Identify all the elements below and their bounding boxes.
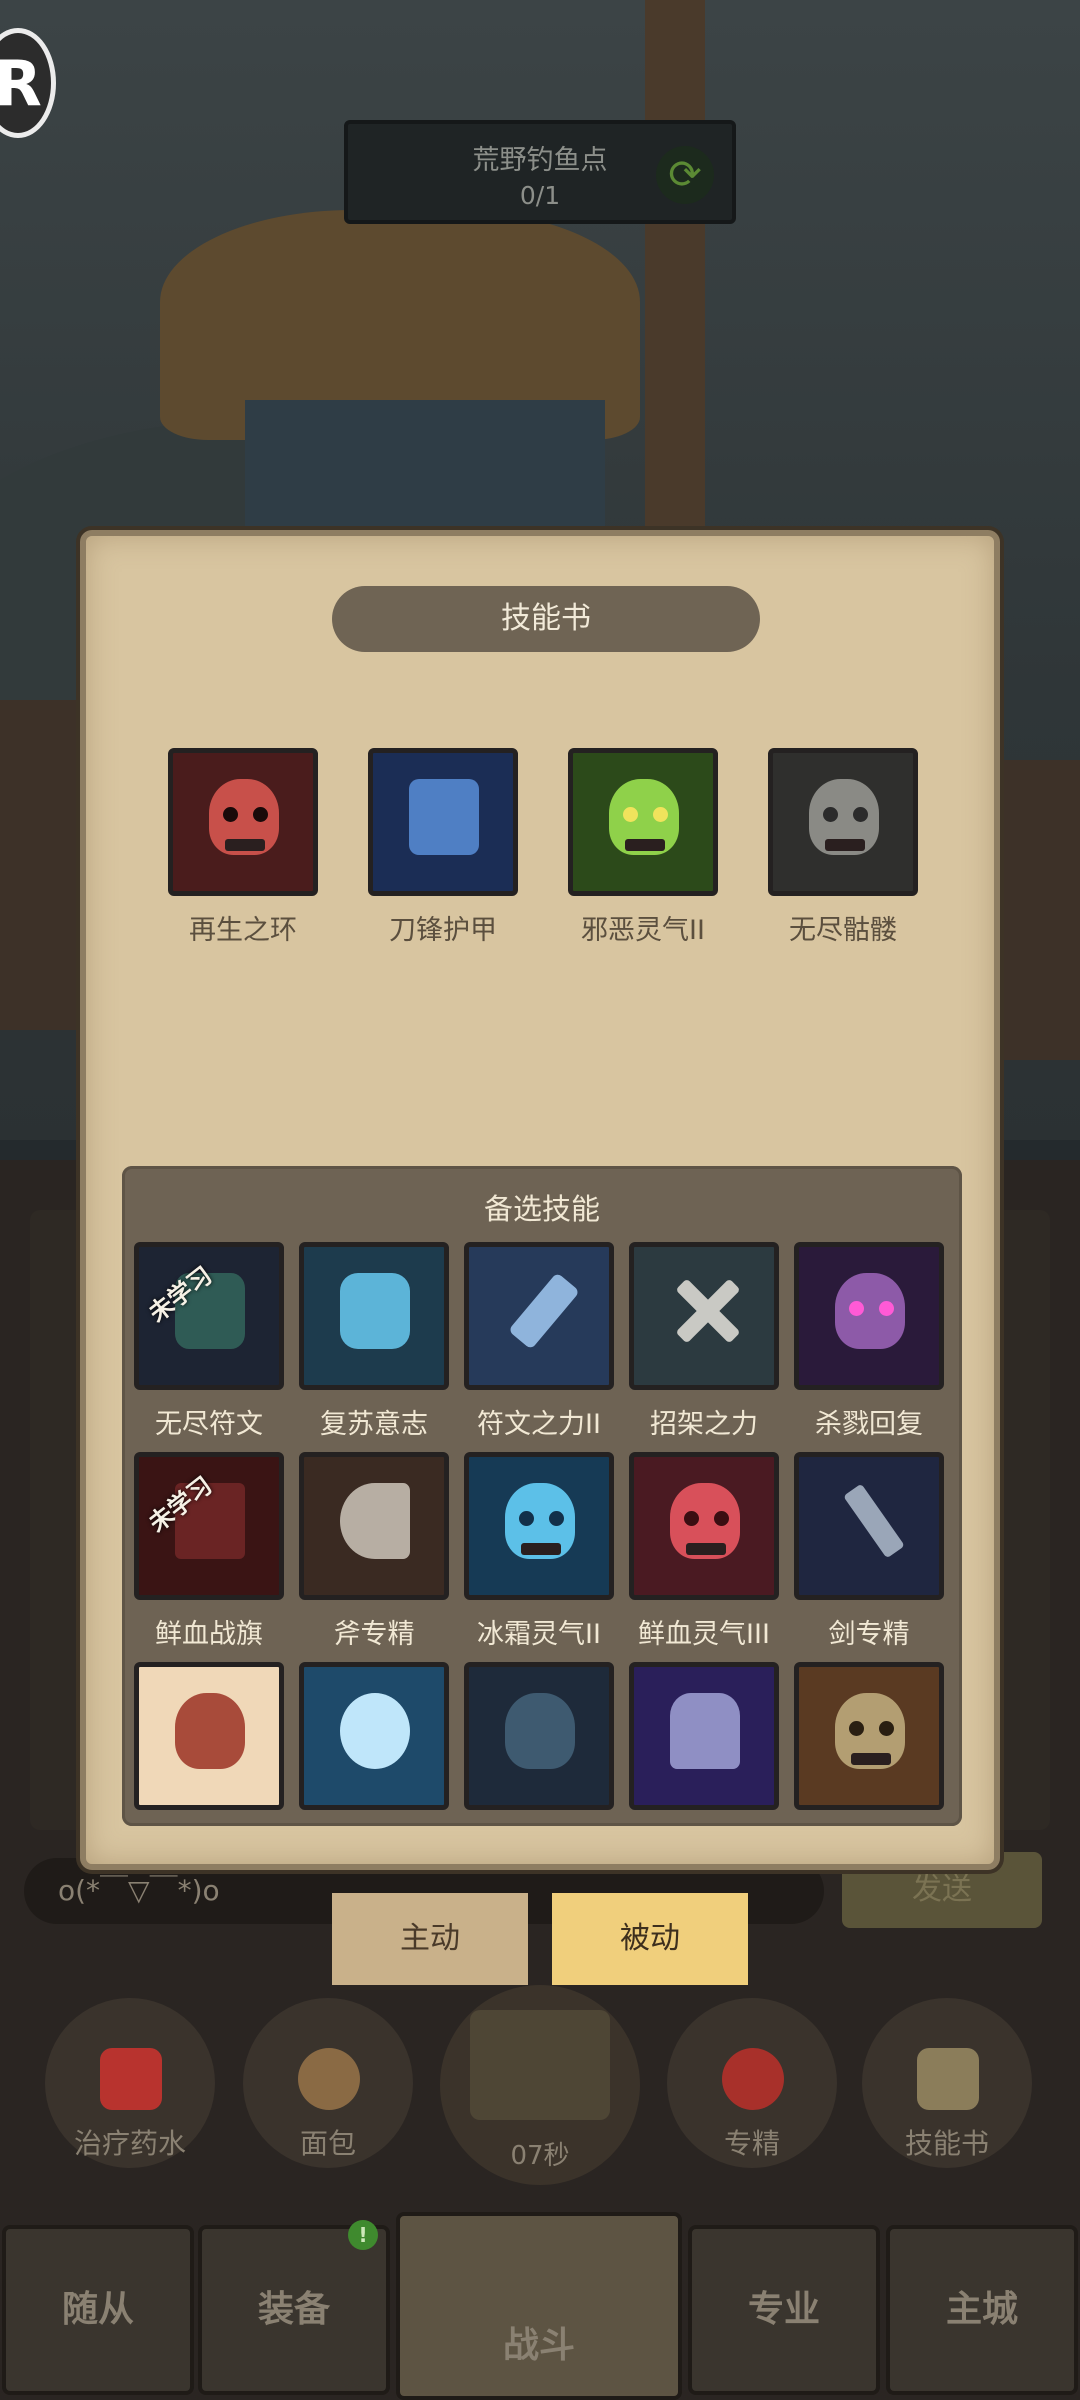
alternate-skill-slot[interactable] <box>299 1242 449 1390</box>
skull-eye <box>684 1511 699 1526</box>
alternate-skill-slot[interactable] <box>794 1242 944 1390</box>
alternate-skill-slot[interactable] <box>794 1452 944 1600</box>
quick-item-label: 面包 <box>299 2127 356 2160</box>
treasure-chest[interactable]: 07秒 <box>440 1985 640 2185</box>
nav-battle-label: 战斗 <box>502 2325 575 2366</box>
skill-book-icon <box>917 2048 979 2110</box>
alternate-skill-slot[interactable]: 未学习 <box>134 1242 284 1390</box>
alternate-skill-slot[interactable] <box>794 1662 944 1810</box>
fence-right <box>1000 760 1080 1060</box>
refresh-icon[interactable]: ⟳ <box>656 146 714 204</box>
tab-passive-skills[interactable]: 被动 <box>552 1893 748 1985</box>
skull-eye <box>653 807 668 822</box>
alternate-skill-label: 招架之力 <box>650 1409 758 1440</box>
skull-jaw <box>851 1753 891 1765</box>
nav-companion[interactable]: 随从 <box>2 2225 194 2395</box>
mask-shape <box>175 1693 245 1769</box>
axe-shape <box>340 1483 410 1559</box>
hut <box>245 400 605 530</box>
skull-eye <box>519 1511 534 1526</box>
alternate-skill-slot[interactable] <box>629 1662 779 1810</box>
quest-tracker[interactable]: 荒野钓鱼点 0/1 ⟳ <box>344 120 736 224</box>
fence-left <box>0 700 80 1030</box>
skull-jaw <box>686 1543 726 1555</box>
bread-icon <box>298 2048 360 2110</box>
skull-eye <box>714 1511 729 1526</box>
crystal-shape <box>670 1693 740 1769</box>
alternate-skill-label: 杀戮回复 <box>815 1409 923 1440</box>
potion-icon <box>100 2048 162 2110</box>
equipped-skill-slot[interactable] <box>368 748 518 896</box>
chest-icon <box>470 2010 610 2120</box>
fist-shape <box>340 1273 410 1349</box>
skull-eye <box>549 1511 564 1526</box>
tab-active-skills[interactable]: 主动 <box>332 1893 528 1985</box>
skull-eye <box>223 807 238 822</box>
wooden-pole <box>645 0 705 560</box>
equipped-skill-label: 再生之环 <box>189 915 297 946</box>
alternate-skill-slot[interactable] <box>299 1662 449 1810</box>
demon-eye <box>879 1301 894 1316</box>
nav-equipment[interactable]: 装备 <box>198 2225 390 2395</box>
nav-battle[interactable]: 战斗 <box>396 2212 682 2400</box>
equipped-skill-label: 邪恶灵气II <box>581 915 705 946</box>
quick-item-bread[interactable]: 面包 <box>243 1998 413 2168</box>
quick-item-label: 专精 <box>723 2127 780 2160</box>
equipped-skill-slot[interactable] <box>768 748 918 896</box>
skull-eye <box>879 1721 894 1736</box>
demon-eye <box>849 1301 864 1316</box>
alternate-skill-label: 复苏意志 <box>320 1409 428 1440</box>
nav-main-city[interactable]: 主城 <box>886 2225 1078 2395</box>
alternate-skill-slot[interactable]: 未学习 <box>134 1452 284 1600</box>
alternate-skill-label: 符文之力II <box>477 1409 601 1440</box>
mastery-icon <box>722 2048 784 2110</box>
quick-item-label: 技能书 <box>904 2127 989 2160</box>
alternate-skill-label: 鲜血战旗 <box>155 1619 263 1650</box>
quick-item-label: 治疗药水 <box>73 2127 186 2160</box>
chest-timer: 07秒 <box>510 2141 570 2171</box>
skull-eye <box>623 807 638 822</box>
demon-shape <box>835 1273 905 1349</box>
alternate-skills-title: 备选技能 <box>483 1192 600 1226</box>
skull-jaw <box>225 839 265 851</box>
alternate-skill-slot[interactable] <box>464 1242 614 1390</box>
armor-shape <box>409 779 479 855</box>
skull-eye <box>849 1721 864 1736</box>
quick-item-potion[interactable]: 治疗药水 <box>45 1998 215 2168</box>
skull-eye <box>823 807 838 822</box>
alternate-skills-panel: 备选技能 未学习 无尽符文 复苏意志 符文之力II 招架之力 杀戮回复 未学习 … <box>122 1166 962 1826</box>
alternate-skill-slot[interactable] <box>629 1452 779 1600</box>
equipped-skill-slot[interactable] <box>168 748 318 896</box>
nav-profession[interactable]: 专业 <box>688 2225 880 2395</box>
alternate-skill-label: 剑专精 <box>828 1619 910 1650</box>
quick-item-mastery[interactable]: 专精 <box>667 1998 837 2168</box>
modal-title: 技能书 <box>332 586 760 652</box>
skull-eye <box>253 807 268 822</box>
equipped-skill-label: 刀锋护甲 <box>389 915 497 946</box>
alternate-skill-slot[interactable] <box>464 1662 614 1810</box>
quick-item-skill-book[interactable]: 技能书 <box>862 1998 1032 2168</box>
skill-book-modal: 技能书 再生之环 刀锋护甲 邪恶灵气II 无尽骷髅 备选技能 未学习 无尽符文 … <box>80 530 1000 1870</box>
alternate-skill-slot[interactable] <box>299 1452 449 1600</box>
skull-jaw <box>825 839 865 851</box>
skull-jaw <box>625 839 665 851</box>
alternate-skill-slot[interactable] <box>134 1662 284 1810</box>
maw-shape <box>505 1693 575 1769</box>
orb-shape <box>340 1693 410 1769</box>
alternate-skill-label: 冰霜灵气II <box>477 1619 601 1650</box>
alternate-skill-label: 无尽符文 <box>155 1409 263 1440</box>
alternate-skill-label: 鲜血灵气III <box>638 1619 770 1650</box>
alternate-skill-slot[interactable] <box>629 1242 779 1390</box>
skull-eye <box>853 807 868 822</box>
equipped-skill-slot[interactable] <box>568 748 718 896</box>
skull-jaw <box>521 1543 561 1555</box>
equipped-skill-label: 无尽骷髅 <box>789 915 897 946</box>
alternate-skill-label: 斧专精 <box>333 1619 415 1650</box>
notification-badge: ! <box>348 2220 378 2250</box>
alternate-skill-slot[interactable] <box>464 1452 614 1600</box>
